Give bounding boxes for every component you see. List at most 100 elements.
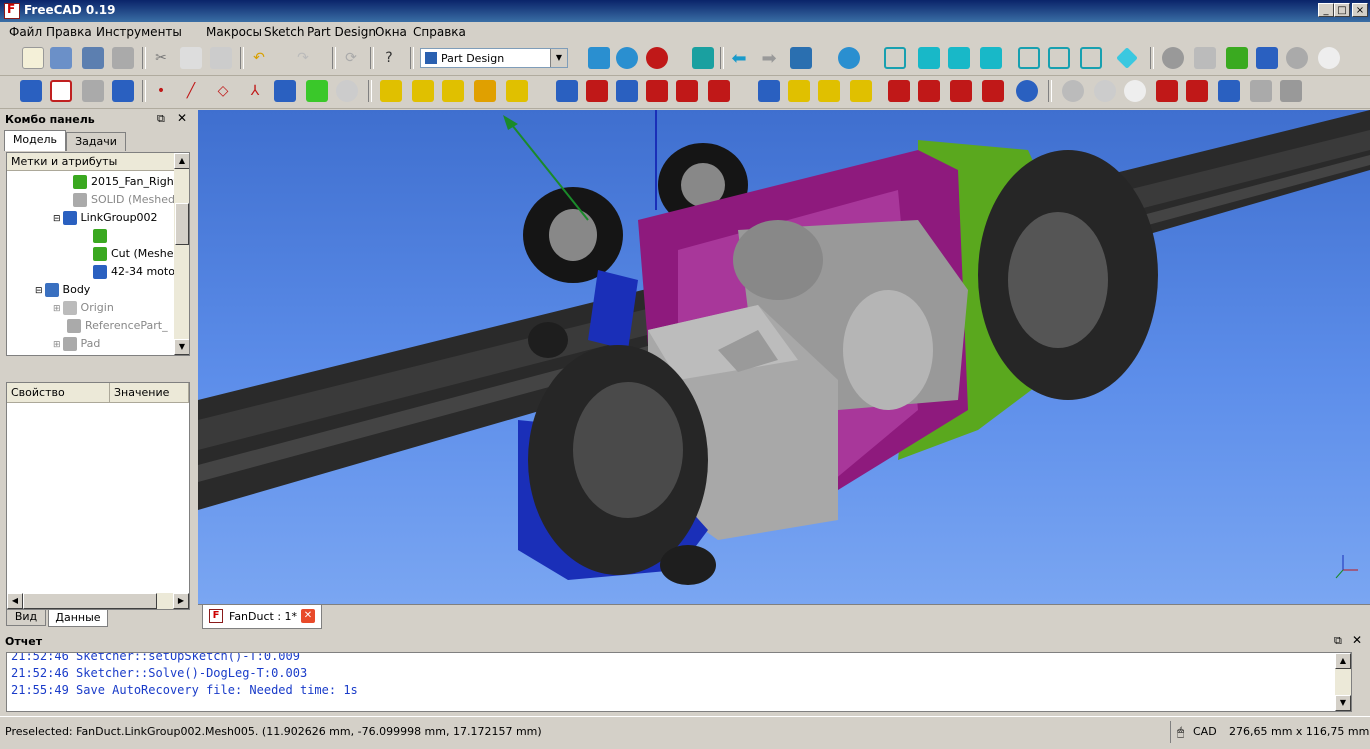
save-document-icon[interactable]: [82, 47, 104, 69]
additive-loft-icon[interactable]: [442, 80, 464, 102]
3d-scene[interactable]: [198, 110, 1370, 604]
scroll-thumb[interactable]: [175, 203, 189, 245]
value-column-header[interactable]: Значение: [110, 383, 189, 403]
tab-fanduct[interactable]: F FanDuct : 1* ✕: [202, 605, 322, 629]
rear-view-icon[interactable]: [1018, 47, 1040, 69]
menu-help[interactable]: Справка: [413, 25, 466, 39]
isometric-view-icon[interactable]: [884, 47, 906, 69]
tree-item[interactable]: ReferencePart_: [67, 317, 168, 335]
shape-icon[interactable]: [1194, 47, 1216, 69]
tree-item[interactable]: ⊞ Origin: [53, 299, 114, 317]
tree-item[interactable]: Cut (Meshed: [93, 245, 180, 263]
part-common-icon[interactable]: [1124, 80, 1146, 102]
tree-item[interactable]: 42-34 motor: [93, 263, 179, 281]
subtractive-primitive-icon[interactable]: [708, 80, 730, 102]
new-document-icon[interactable]: [22, 47, 44, 69]
menu-macros[interactable]: Макросы: [206, 25, 262, 39]
open-document-icon[interactable]: [50, 47, 72, 69]
part-loft-icon[interactable]: [1186, 80, 1208, 102]
groove-icon[interactable]: [616, 80, 638, 102]
datum-point-icon[interactable]: •: [150, 80, 172, 102]
undo-icon[interactable]: ↶: [248, 47, 270, 69]
tree-scrollbar[interactable]: ▲ ▼: [174, 153, 189, 355]
hole-icon[interactable]: [586, 80, 608, 102]
part-shell-icon[interactable]: [1250, 80, 1272, 102]
bounding-box-icon[interactable]: [692, 47, 714, 69]
part-sphere-icon[interactable]: [1162, 47, 1184, 69]
measure-icon[interactable]: [1116, 47, 1138, 69]
3d-viewport[interactable]: [198, 110, 1370, 604]
chamfer-icon[interactable]: [918, 80, 940, 102]
zoom-icon[interactable]: [838, 47, 860, 69]
boolean-icon[interactable]: [1016, 80, 1038, 102]
scroll-thumb[interactable]: [23, 593, 157, 609]
close-tab-icon[interactable]: ✕: [301, 609, 315, 623]
draw-style-icon[interactable]: [646, 47, 668, 69]
scroll-down-icon[interactable]: ▼: [1335, 695, 1351, 711]
parts-group-icon[interactable]: [1226, 47, 1248, 69]
nav-forward-icon[interactable]: ➡: [758, 47, 780, 69]
props-hscrollbar[interactable]: ◀ ▶: [7, 593, 189, 609]
whats-this-icon[interactable]: ?: [378, 47, 400, 69]
menu-tools[interactable]: Инструменты: [96, 25, 182, 39]
right-view-icon[interactable]: [980, 47, 1002, 69]
front-view-icon[interactable]: [918, 47, 940, 69]
create-sketch-icon[interactable]: [50, 80, 72, 102]
close-button[interactable]: ×: [1352, 3, 1368, 17]
tree-item[interactable]: ⊟ LinkGroup002: [53, 209, 158, 227]
shape-binder-icon[interactable]: [112, 80, 134, 102]
datum-line-icon[interactable]: ╱: [180, 80, 202, 102]
mirrored-icon[interactable]: [758, 80, 780, 102]
tree-item[interactable]: 2015_Fan_Right: [73, 173, 178, 191]
multi-transform-icon[interactable]: [850, 80, 872, 102]
part-union-icon[interactable]: [1062, 80, 1084, 102]
report-scrollbar[interactable]: ▲ ▼: [1335, 653, 1351, 711]
float-panel-icon[interactable]: ⧉: [157, 112, 165, 126]
chevron-down-icon[interactable]: ▼: [550, 49, 567, 67]
scroll-up-icon[interactable]: ▲: [174, 153, 189, 169]
create-body-icon[interactable]: [20, 80, 42, 102]
menu-edit[interactable]: Правка: [46, 25, 92, 39]
left-view-icon[interactable]: [1080, 47, 1102, 69]
link-unlink-icon[interactable]: [1318, 47, 1340, 69]
top-view-icon[interactable]: [948, 47, 970, 69]
nav-back-icon[interactable]: ⬅: [728, 47, 750, 69]
maximize-button[interactable]: □: [1334, 3, 1350, 17]
menu-part-design[interactable]: Part Design: [307, 25, 376, 39]
draft-icon[interactable]: [950, 80, 972, 102]
tab-model[interactable]: Модель: [4, 130, 66, 151]
bottom-view-icon[interactable]: [1048, 47, 1070, 69]
fit-all-icon[interactable]: [588, 47, 610, 69]
thickness-icon[interactable]: [982, 80, 1004, 102]
tree-item[interactable]: SOLID (Meshed): [73, 191, 179, 209]
part-extrude-icon[interactable]: [1156, 80, 1178, 102]
fit-selection-icon[interactable]: [616, 47, 638, 69]
part-cut-icon[interactable]: [1094, 80, 1116, 102]
local-cs-icon[interactable]: ⅄: [244, 80, 266, 102]
scroll-left-icon[interactable]: ◀: [7, 593, 23, 609]
additive-pipe-icon[interactable]: [474, 80, 496, 102]
scroll-up-icon[interactable]: ▲: [1335, 653, 1351, 669]
subtractive-loft-icon[interactable]: [646, 80, 668, 102]
validate-sketch-icon[interactable]: [82, 80, 104, 102]
redo-icon[interactable]: ↷: [292, 47, 314, 69]
menu-windows[interactable]: Окна: [375, 25, 407, 39]
link-icon[interactable]: [1256, 47, 1278, 69]
tree-item[interactable]: [93, 227, 111, 245]
clone-icon[interactable]: [336, 80, 358, 102]
print-icon[interactable]: [112, 47, 134, 69]
tree-item[interactable]: ⊞ Pad: [53, 335, 100, 353]
tab-data[interactable]: Данные: [48, 610, 108, 627]
send-to-python-icon[interactable]: [790, 47, 812, 69]
close-report-icon[interactable]: ✕: [1352, 633, 1362, 647]
float-report-icon[interactable]: ⧉: [1334, 634, 1342, 648]
property-column-header[interactable]: Свойство: [7, 383, 110, 403]
tree-item[interactable]: ⊟ Body: [35, 281, 90, 299]
scroll-right-icon[interactable]: ▶: [173, 593, 189, 609]
workbench-selector[interactable]: Part Design ▼: [420, 48, 568, 68]
pad-icon[interactable]: [380, 80, 402, 102]
fillet-icon[interactable]: [888, 80, 910, 102]
refresh-icon[interactable]: ⟳: [340, 47, 362, 69]
part-compound-icon[interactable]: [1280, 80, 1302, 102]
pocket-icon[interactable]: [556, 80, 578, 102]
